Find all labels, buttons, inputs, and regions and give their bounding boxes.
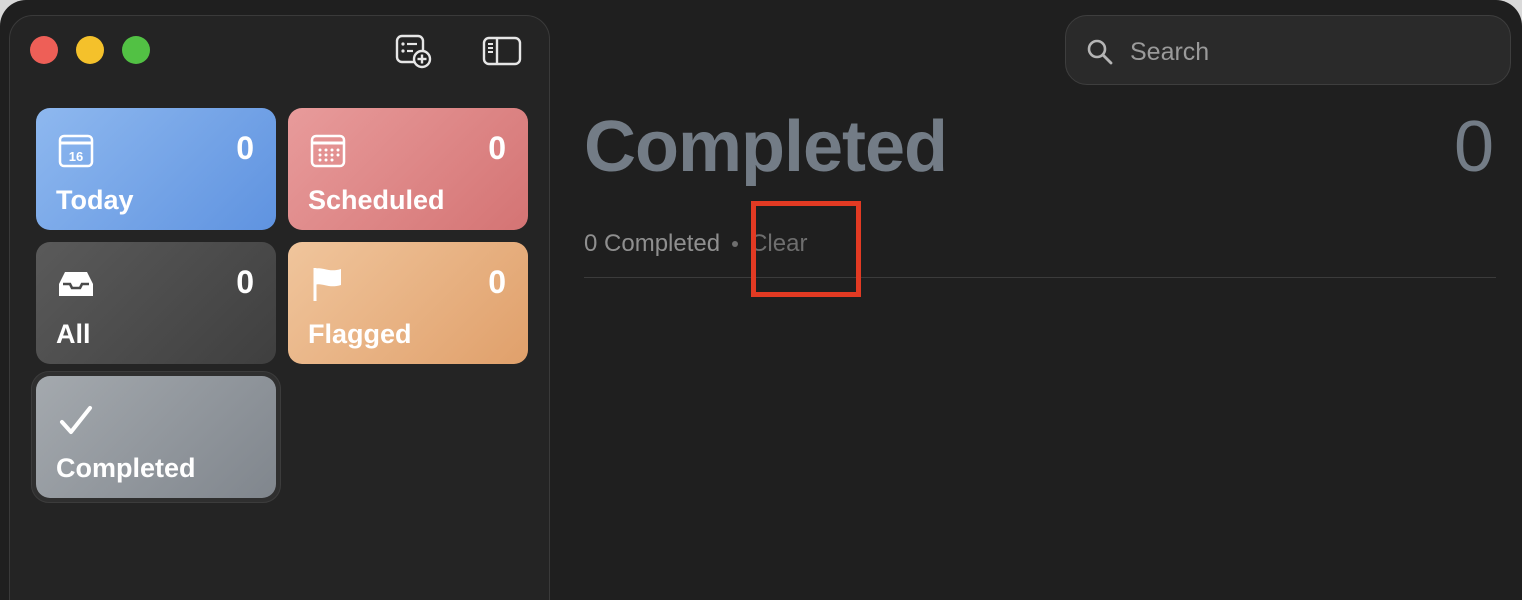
flagged-count: 0 [488, 264, 506, 300]
smart-list-completed[interactable]: Completed [36, 376, 276, 498]
sidebar-toggle-button[interactable] [482, 33, 522, 69]
completed-summary: 0 Completed [584, 230, 721, 257]
checkmark-icon [60, 406, 92, 434]
scheduled-count: 0 [488, 130, 506, 166]
divider [584, 277, 1496, 278]
all-count: 0 [236, 264, 254, 300]
new-list-button[interactable] [393, 33, 433, 69]
reminders-window: 16 0 Today 0 Scheduled 0 All 0 Flagged C… [0, 0, 1522, 600]
smart-list-flagged[interactable]: 0 Flagged [288, 242, 528, 364]
close-window-button[interactable] [30, 36, 58, 64]
new-list-icon [395, 34, 432, 69]
zoom-window-button[interactable] [122, 36, 150, 64]
minimize-window-button[interactable] [76, 36, 104, 64]
list-count: 0 [1453, 107, 1494, 187]
flag-icon [313, 268, 341, 301]
smart-list-today[interactable]: 16 0 Today [36, 108, 276, 230]
search-icon [1087, 39, 1113, 65]
smart-list-all[interactable]: 0 All [36, 242, 276, 364]
highlight-box [751, 201, 861, 297]
calendar-date-number: 16 [69, 149, 83, 164]
search-input[interactable] [1128, 34, 1492, 70]
tray-icon [59, 272, 93, 296]
all-label: All [56, 319, 91, 349]
separator-dot [732, 241, 739, 247]
completed-label: Completed [56, 453, 196, 483]
scheduled-label: Scheduled [308, 185, 445, 215]
calendar-grid-icon [310, 134, 346, 168]
today-count: 0 [236, 130, 254, 166]
today-label: Today [56, 185, 134, 215]
list-title: Completed [584, 107, 948, 187]
calendar-today-icon: 16 [58, 134, 94, 168]
search-field[interactable] [1065, 15, 1511, 85]
smart-list-scheduled[interactable]: 0 Scheduled [288, 108, 528, 230]
flagged-label: Flagged [308, 319, 412, 349]
sidebar-toggle-icon [482, 36, 522, 66]
